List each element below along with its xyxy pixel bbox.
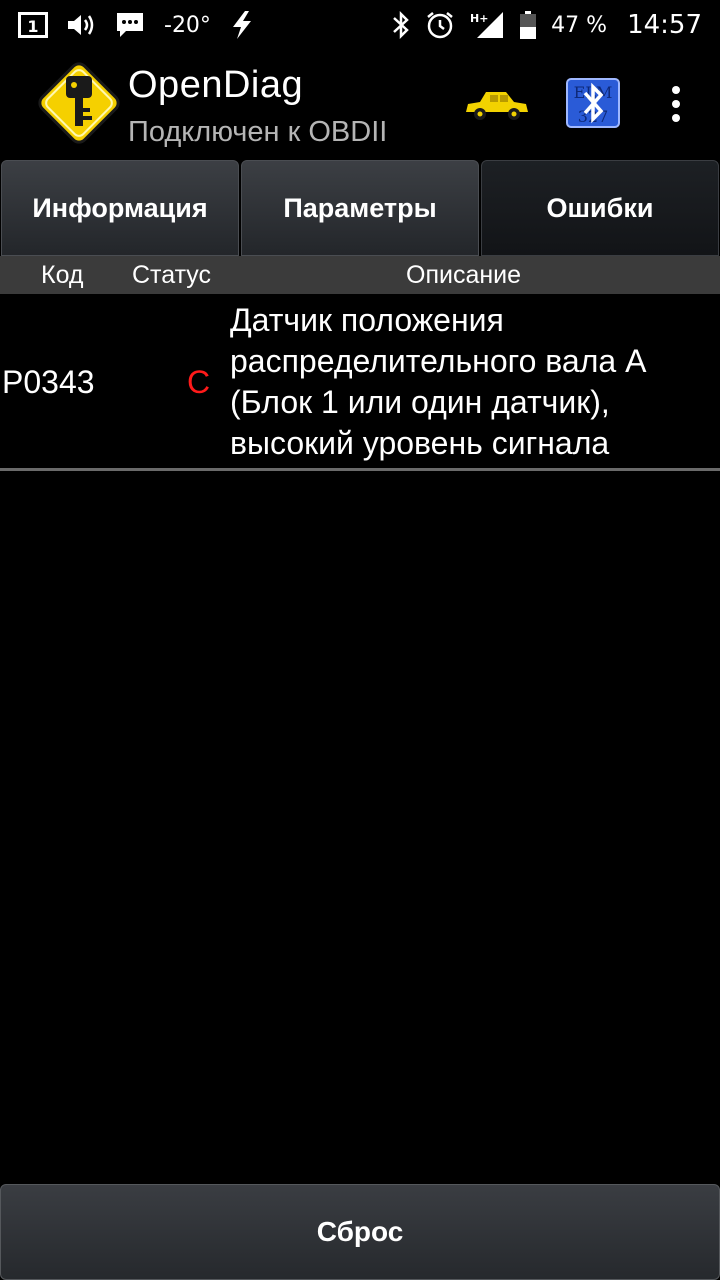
- connection-status: Подключен к OBDII: [128, 116, 388, 148]
- battery-icon: [519, 10, 537, 40]
- opendiag-logo-icon[interactable]: [30, 54, 128, 152]
- message-icon: [114, 11, 146, 39]
- tab-errors[interactable]: Ошибки: [481, 160, 719, 256]
- table-header: Код Статус Описание: [0, 256, 720, 294]
- bolt-icon: [229, 10, 255, 40]
- row-divider: [0, 468, 720, 471]
- bluetooth-elm327-icon[interactable]: ELM 327: [566, 78, 620, 128]
- tab-parameters[interactable]: Параметры: [241, 160, 479, 256]
- error-description: Датчик положения распределительного вала…: [230, 302, 645, 461]
- error-status: C: [187, 364, 211, 400]
- app-bar: OpenDiag Подключен к OBDII ELM 327: [0, 50, 720, 158]
- car-icon[interactable]: [462, 88, 530, 122]
- notification-count-icon: 1: [18, 12, 48, 38]
- status-bar: 1 -20° H+ 47 % 14:57: [0, 0, 720, 50]
- bluetooth-status-icon: [391, 10, 411, 40]
- temperature: -20°: [164, 12, 211, 38]
- svg-text:1: 1: [27, 17, 38, 36]
- header-status: Статус: [132, 261, 212, 289]
- overflow-menu-icon[interactable]: [664, 84, 688, 124]
- header-code: Код: [41, 261, 84, 289]
- clock: 14:57: [627, 10, 702, 40]
- error-code: P0343: [2, 364, 95, 400]
- volume-icon: [66, 12, 96, 38]
- signal-icon: H+: [469, 10, 505, 40]
- table-row[interactable]: P0343 C Датчик положения распределительн…: [0, 294, 720, 468]
- alarm-icon: [425, 10, 455, 40]
- app-title: OpenDiag: [128, 64, 304, 106]
- battery-percent: 47 %: [551, 12, 608, 38]
- svg-text:H+: H+: [470, 12, 488, 25]
- tab-information[interactable]: Информация: [1, 160, 239, 256]
- reset-button[interactable]: Сброс: [0, 1184, 720, 1280]
- tab-bar: Информация Параметры Ошибки: [0, 160, 720, 256]
- header-description: Описание: [406, 261, 522, 289]
